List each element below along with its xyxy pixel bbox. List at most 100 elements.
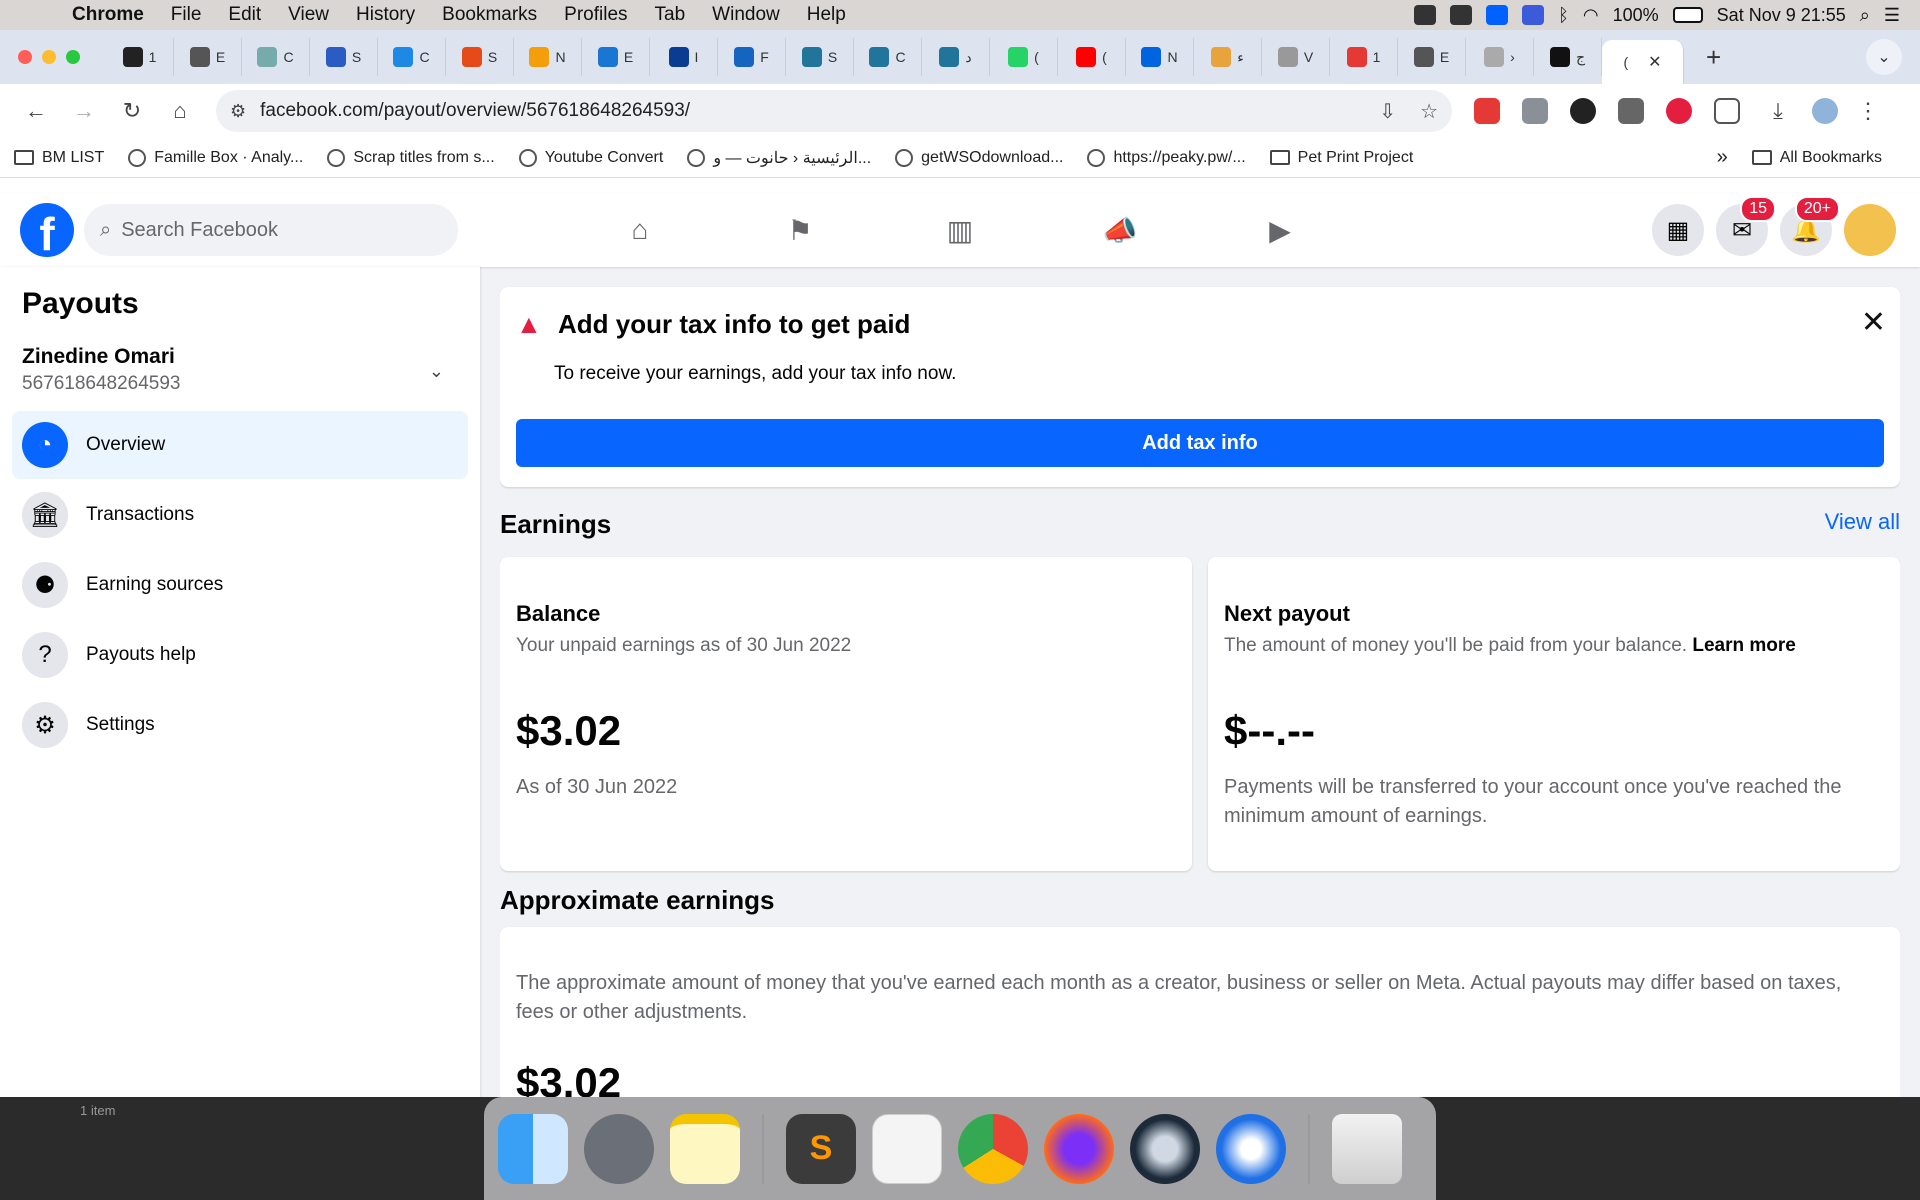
bookmark-item[interactable]: Scrap titles from s... [327, 148, 495, 167]
sidebar-item-overview[interactable]: ◔ Overview [12, 411, 468, 479]
bluetooth-icon[interactable]: ᛒ [1558, 5, 1569, 26]
sidebar-item-payouts-help[interactable]: ? Payouts help [12, 621, 468, 689]
browser-tab[interactable]: C [242, 38, 310, 76]
spotlight-search-icon[interactable]: ⌕ [1860, 5, 1870, 26]
chrome-icon[interactable] [958, 1113, 1028, 1184]
bookmark-item[interactable]: Famille Box · Analy... [128, 148, 303, 167]
notes-icon[interactable] [670, 1113, 740, 1184]
facebook-logo[interactable]: f [20, 203, 74, 257]
browser-tab[interactable]: N [514, 38, 582, 76]
menu-grid-button[interactable]: ▦ [1652, 204, 1704, 256]
messenger-button[interactable]: ✉ 15 [1716, 196, 1776, 256]
firefox-icon[interactable] [1044, 1113, 1114, 1184]
browser-tab[interactable]: E [174, 38, 242, 76]
address-bar[interactable]: ⚙ facebook.com/payout/overview/567618648… [216, 90, 1452, 132]
wifi-icon[interactable]: ◠ [1583, 5, 1599, 26]
pages-flag-icon[interactable]: ⚑ [720, 193, 880, 267]
menu-bookmarks[interactable]: Bookmarks [442, 4, 537, 26]
launchpad-rocket-icon[interactable] [584, 1113, 654, 1184]
tab-search-button[interactable]: ⌄ [1866, 39, 1902, 75]
chevron-down-icon[interactable]: ⌄ [429, 361, 444, 382]
install-app-icon[interactable]: ⇩ [1379, 99, 1396, 124]
sidebar-item-transactions[interactable]: 🏛 Transactions [12, 481, 468, 549]
all-bookmarks-button[interactable]: All Bookmarks [1751, 149, 1882, 167]
reload-button[interactable]: ↻ [112, 91, 152, 131]
view-all-link[interactable]: View all [1825, 509, 1900, 535]
close-icon[interactable]: ✕ [1861, 305, 1886, 340]
trash-icon[interactable] [1332, 1113, 1402, 1184]
extension-color-icon[interactable] [1570, 98, 1596, 124]
browser-tab[interactable]: 1 [106, 38, 174, 76]
url-text[interactable]: facebook.com/payout/overview/56761864826… [260, 100, 1355, 122]
learn-more-link[interactable]: Learn more [1692, 635, 1795, 656]
search-input[interactable]: ⌕ Search Facebook [84, 204, 458, 256]
bookmark-item[interactable]: https://peaky.pw/... [1087, 148, 1246, 167]
browser-tab[interactable]: ( [990, 38, 1058, 76]
home-nav-icon[interactable]: ⌂ [560, 193, 720, 267]
extension-code-icon[interactable] [1522, 98, 1548, 124]
menu-window[interactable]: Window [712, 4, 780, 26]
browser-tab[interactable]: S [310, 38, 378, 76]
downloads-icon[interactable]: ⤓ [1758, 91, 1798, 131]
bookmark-item[interactable]: Youtube Convert [518, 148, 663, 167]
zoom-window-button[interactable] [66, 50, 80, 64]
minimize-window-button[interactable] [42, 50, 56, 64]
close-window-button[interactable] [18, 50, 32, 64]
menu-file[interactable]: File [171, 4, 202, 26]
browser-tab[interactable]: C [854, 38, 922, 76]
extension-qr-icon[interactable] [1618, 98, 1644, 124]
bookmark-item[interactable]: BM LIST [14, 149, 104, 167]
insights-chart-icon[interactable]: ▥ [880, 193, 1040, 267]
bookmark-item[interactable]: الرئيسية ‹ حانوت — و... [687, 148, 871, 168]
control-center-icon[interactable]: ☰ [1884, 5, 1900, 26]
home-button[interactable]: ⌂ [160, 91, 200, 131]
battery-icon[interactable] [1672, 7, 1703, 23]
menu-profiles[interactable]: Profiles [564, 4, 627, 26]
quicktime-icon[interactable] [1130, 1113, 1200, 1184]
browser-tab[interactable]: N [1126, 38, 1194, 76]
dropbox-icon[interactable] [1486, 5, 1509, 25]
finder-icon[interactable] [498, 1113, 568, 1184]
menu-tab[interactable]: Tab [655, 4, 686, 26]
browser-tab[interactable]: › [1466, 38, 1534, 76]
creative-cloud-icon[interactable] [1414, 5, 1437, 25]
bookmark-item[interactable]: Pet Print Project [1269, 149, 1413, 167]
sublime-text-icon[interactable]: S [786, 1113, 856, 1184]
browser-tab[interactable]: د [922, 38, 990, 76]
browser-tab[interactable]: S [446, 38, 514, 76]
typora-icon[interactable] [1450, 5, 1473, 25]
extensions-puzzle-icon[interactable] [1714, 98, 1740, 124]
active-tab[interactable]: ( ✕ [1602, 40, 1684, 84]
bookmarks-overflow-icon[interactable]: » [1717, 146, 1728, 169]
ads-megaphone-icon[interactable]: 📣 [1040, 193, 1200, 267]
bookmark-star-icon[interactable]: ☆ [1420, 99, 1438, 124]
forward-button[interactable]: → [64, 91, 104, 131]
account-selector[interactable]: Zinedine Omari 567618648264593 ⌄ [12, 345, 468, 395]
textedit-icon[interactable] [872, 1113, 942, 1184]
browser-tab[interactable]: 1 [1330, 38, 1398, 76]
browser-tab[interactable]: V [1262, 38, 1330, 76]
sidebar-item-settings[interactable]: ⚙ Settings [12, 691, 468, 759]
browser-tab[interactable]: ( [1058, 38, 1126, 76]
extension-calendar-icon[interactable] [1474, 98, 1500, 124]
browser-tab[interactable]: E [582, 38, 650, 76]
thunderbird-icon[interactable] [1216, 1113, 1286, 1184]
input-source-icon[interactable] [1522, 5, 1545, 25]
menu-history[interactable]: History [356, 4, 415, 26]
back-button[interactable]: ← [16, 91, 56, 131]
add-tax-info-button[interactable]: Add tax info [516, 419, 1884, 467]
profile-avatar-icon[interactable] [1812, 98, 1838, 124]
close-tab-icon[interactable]: ✕ [1648, 52, 1661, 72]
browser-tab[interactable]: ء [1194, 38, 1262, 76]
clock[interactable]: Sat Nov 9 21:55 [1717, 5, 1846, 26]
video-play-icon[interactable]: ▶ [1200, 193, 1360, 267]
browser-tab[interactable]: C [378, 38, 446, 76]
notifications-button[interactable]: 🔔 20+ [1780, 196, 1840, 256]
menu-chrome[interactable]: Chrome [72, 4, 144, 26]
sidebar-item-earning-sources[interactable]: ⚈ Earning sources [12, 551, 468, 619]
profile-avatar[interactable] [1844, 204, 1896, 256]
menu-view[interactable]: View [288, 4, 329, 26]
new-tab-button[interactable]: + [1706, 42, 1721, 73]
browser-tab[interactable]: I [650, 38, 718, 76]
browser-tab[interactable]: ج [1534, 38, 1602, 76]
